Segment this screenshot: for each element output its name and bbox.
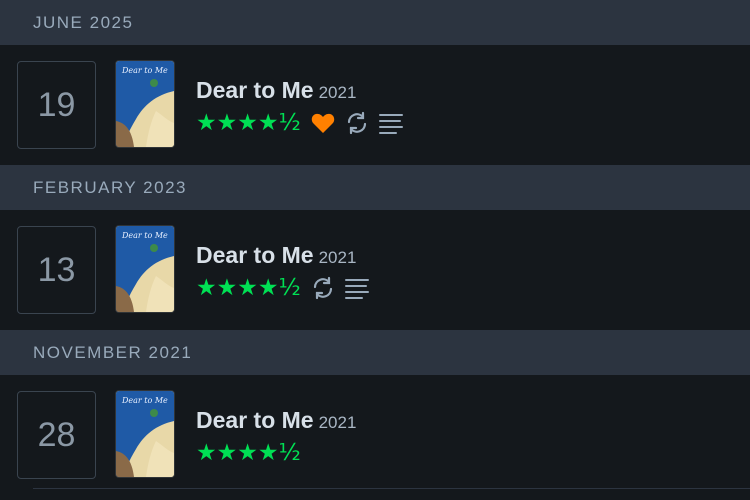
- day-number: 28: [37, 415, 76, 454]
- month-label: FEBRUARY 2023: [33, 177, 187, 197]
- heart-icon: [311, 112, 335, 134]
- film-title-link[interactable]: Dear to Me: [196, 407, 314, 434]
- review-icon[interactable]: [378, 112, 403, 134]
- entry-meta: ★★★★½: [196, 110, 403, 136]
- review-icon[interactable]: [344, 277, 369, 299]
- star-rating: ★★★★½: [196, 440, 301, 466]
- title-line: Dear to Me 2021: [196, 407, 356, 434]
- film-year[interactable]: 2021: [319, 248, 357, 268]
- rewatch-icon: [311, 276, 335, 300]
- film-year[interactable]: 2021: [319, 413, 357, 433]
- day-box[interactable]: 19: [17, 61, 96, 149]
- entry-meta: ★★★★½: [196, 275, 369, 301]
- poster-title-text: Dear to Me: [121, 66, 168, 75]
- diary-entry: 19 Dear to Me Dear to Me 2021 ★★★★½: [0, 45, 750, 165]
- rewatch-icon: [345, 111, 369, 135]
- day-number: 19: [37, 85, 76, 124]
- day-box[interactable]: 28: [17, 391, 96, 479]
- month-label: JUNE 2025: [33, 12, 134, 32]
- film-year[interactable]: 2021: [319, 83, 357, 103]
- star-rating: ★★★★½: [196, 110, 301, 136]
- film-poster[interactable]: Dear to Me: [116, 226, 174, 312]
- diary-list: JUNE 2025 19 Dear to Me Dear to Me 2021 …: [0, 0, 750, 500]
- poster-title-text: Dear to Me: [121, 396, 168, 405]
- month-header-november-2021: NOVEMBER 2021: [0, 330, 750, 375]
- title-line: Dear to Me 2021: [196, 242, 356, 269]
- film-poster[interactable]: Dear to Me: [116, 391, 174, 477]
- month-header-february-2023: FEBRUARY 2023: [0, 165, 750, 210]
- day-number: 13: [37, 250, 76, 289]
- film-poster[interactable]: Dear to Me: [116, 61, 174, 147]
- title-line: Dear to Me 2021: [196, 77, 356, 104]
- divider: [33, 488, 750, 489]
- film-title-link[interactable]: Dear to Me: [196, 77, 314, 104]
- month-header-june-2025: JUNE 2025: [0, 0, 750, 45]
- month-label: NOVEMBER 2021: [33, 342, 193, 362]
- diary-entry: 13 Dear to Me Dear to Me 2021 ★★★★½: [0, 210, 750, 330]
- star-rating: ★★★★½: [196, 275, 301, 301]
- entry-meta: ★★★★½: [196, 440, 301, 466]
- diary-entry: 28 Dear to Me Dear to Me 2021 ★★★★½: [0, 375, 750, 495]
- day-box[interactable]: 13: [17, 226, 96, 314]
- poster-title-text: Dear to Me: [121, 231, 168, 240]
- film-title-link[interactable]: Dear to Me: [196, 242, 314, 269]
